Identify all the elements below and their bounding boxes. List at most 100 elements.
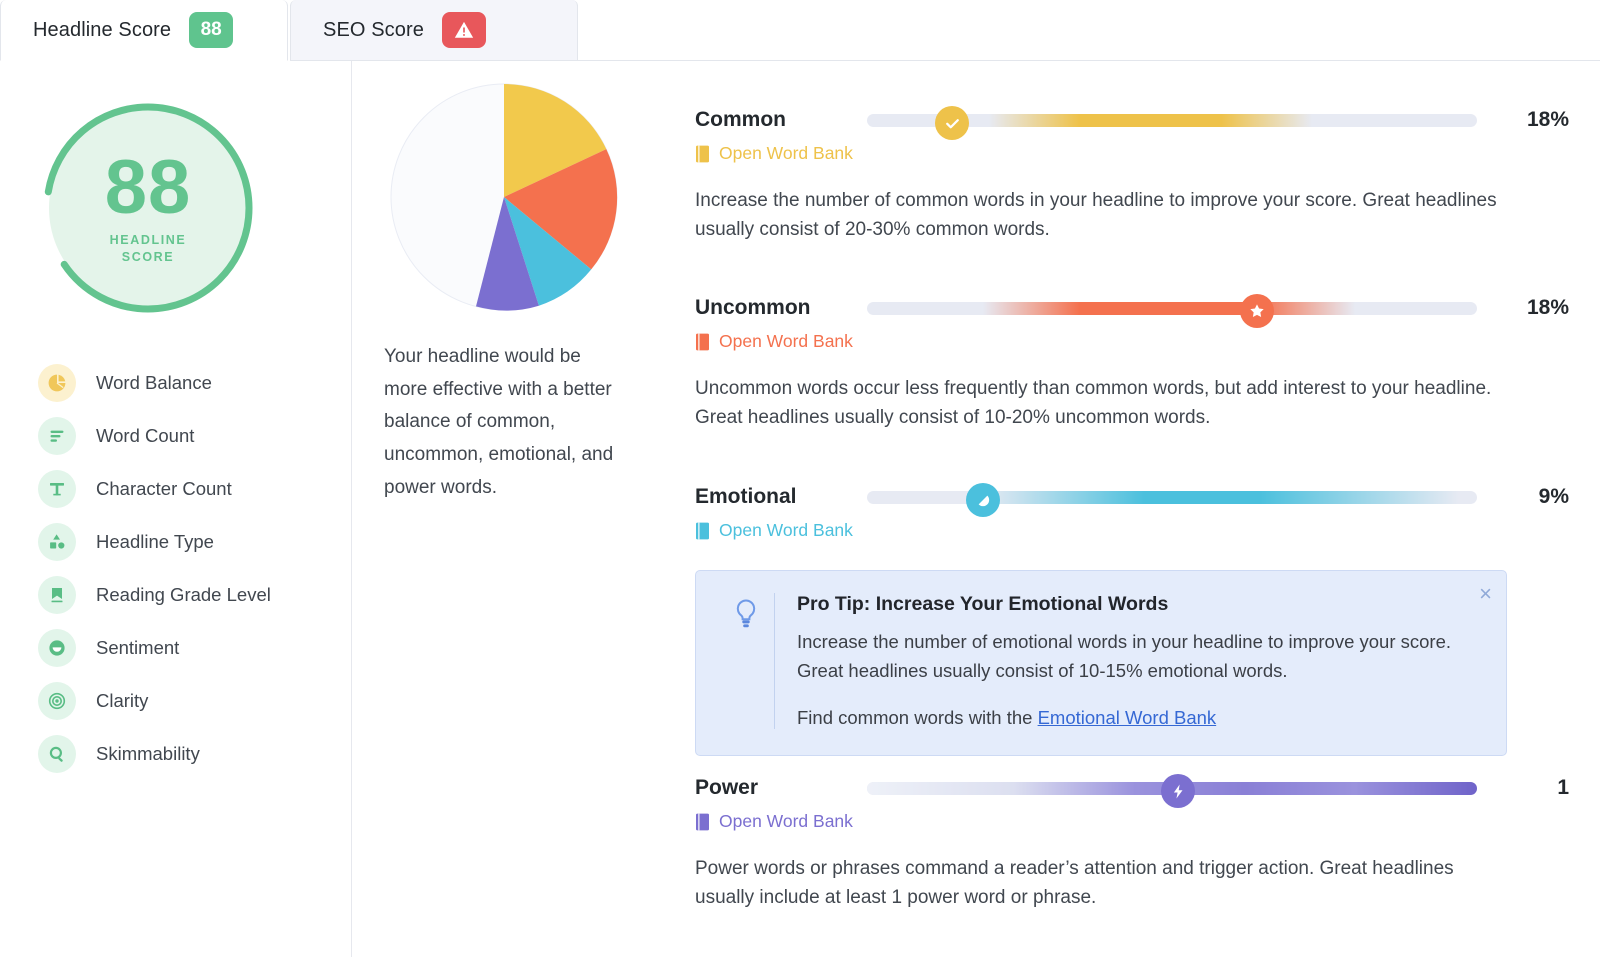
section-header: Power 1 [695, 774, 1569, 808]
score-caption-line1: HEADLINE [109, 233, 187, 248]
metric-item-reading-grade-level[interactable]: Reading Grade Level [38, 568, 338, 621]
section-uncommon: Uncommon 18% Open Word Bank Uncommon wor… [695, 294, 1569, 433]
word-bank-label: Open Word Bank [719, 143, 853, 163]
headline-score-value: 88 [104, 144, 192, 230]
seo-warning-badge [441, 12, 486, 48]
pie-chart-icon [38, 363, 76, 402]
metric-list: Word Balance Word Count Character Count … [38, 356, 338, 780]
power-slider[interactable] [867, 774, 1477, 808]
power-description: Power words or phrases command a reader’… [695, 858, 1454, 909]
target-icon [38, 681, 76, 720]
section-title: Emotional [695, 485, 797, 508]
check-icon [946, 118, 959, 128]
tab-headline-score[interactable]: Headline Score 88 [0, 0, 288, 61]
book-icon [696, 522, 709, 539]
metric-label: Reading Grade Level [96, 583, 271, 605]
power-slider-knob[interactable] [1161, 774, 1196, 808]
metric-item-character-count[interactable]: Character Count [38, 462, 338, 515]
metric-item-word-balance[interactable]: Word Balance [38, 356, 338, 409]
book-icon [696, 145, 709, 162]
headline-analyzer-panel: Headline Score 88 SEO Score 88 HEADLINE … [0, 0, 1600, 957]
book-icon [696, 813, 709, 830]
word-balance-column: Your headline would be more effective wi… [352, 61, 664, 957]
section-header: Common 18% [695, 106, 1569, 140]
metric-label: Word Balance [96, 371, 212, 393]
bookmark-icon [38, 575, 76, 614]
tab-seo-score-label: SEO Score [323, 18, 424, 41]
analysis-column: Common 18% Open Word Bank Increase the n… [664, 61, 1600, 957]
headline-score-caption: HEADLINE SCORE [110, 232, 187, 266]
warning-triangle-icon [454, 21, 474, 38]
pie-chart-svg [390, 83, 618, 311]
tab-headline-score-label: Headline Score [33, 18, 172, 41]
metric-label: Sentiment [96, 636, 180, 658]
pro-tip-text: Increase the number of emotional words i… [797, 631, 1452, 681]
power-value: 1 [1557, 776, 1569, 799]
tab-bar-filler [578, 0, 1600, 61]
word-bank-label: Open Word Bank [719, 331, 853, 351]
metric-label: Clarity [96, 689, 149, 711]
common-slider-knob[interactable] [935, 106, 970, 140]
slider-optimal-band [982, 491, 1459, 504]
emotional-value: 9% [1538, 485, 1569, 508]
pro-tip-box: Pro Tip: Increase Your Emotional Words I… [695, 570, 1507, 757]
uncommon-value: 18% [1526, 296, 1569, 319]
lines-icon [38, 416, 76, 455]
metric-item-headline-type[interactable]: Headline Type [38, 515, 338, 568]
pro-tip-find-line: Find common words with the Emotional Wor… [797, 707, 1462, 729]
uncommon-open-word-bank[interactable]: Open Word Bank [695, 331, 1569, 352]
left-sidebar: 88 HEADLINE SCORE Word Balance Word Coun… [0, 61, 352, 957]
uncommon-slider-knob[interactable] [1240, 294, 1275, 328]
metric-item-clarity[interactable]: Clarity [38, 674, 338, 727]
metric-item-sentiment[interactable]: Sentiment [38, 621, 338, 674]
word-balance-note: Your headline would be more effective wi… [384, 346, 614, 498]
common-open-word-bank[interactable]: Open Word Bank [695, 143, 1569, 164]
headline-score-badge: 88 [189, 12, 234, 48]
uncommon-description: Uncommon words occur less frequently tha… [695, 378, 1492, 429]
slider-optimal-band [982, 302, 1355, 315]
bolt-icon [1173, 784, 1183, 798]
tab-seo-score[interactable]: SEO Score [290, 0, 578, 61]
uncommon-slider[interactable] [867, 294, 1477, 328]
metric-item-word-count[interactable]: Word Count [38, 409, 338, 462]
common-value: 18% [1526, 108, 1569, 131]
smiley-icon [38, 628, 76, 667]
pro-tip-divider [774, 593, 775, 730]
section-header: Uncommon 18% [695, 294, 1569, 328]
section-title: Uncommon [695, 296, 811, 319]
section-title: Common [695, 108, 786, 131]
emotional-slider-knob[interactable] [965, 483, 1000, 517]
section-power: Power 1 Open Word Bank Power words or ph… [695, 774, 1569, 913]
metric-label: Character Count [96, 477, 232, 499]
word-balance-pie-chart [384, 81, 624, 313]
pro-tip-close-button[interactable]: × [1479, 583, 1492, 605]
emotional-slider[interactable] [867, 483, 1477, 517]
search-icon [38, 734, 76, 773]
book-icon [696, 333, 709, 350]
pro-tip-find-prefix: Find common words with the [797, 707, 1038, 729]
power-open-word-bank[interactable]: Open Word Bank [695, 811, 1569, 832]
emotional-word-bank-link[interactable]: Emotional Word Bank [1038, 707, 1217, 728]
droplet-icon [978, 495, 990, 507]
pro-tip-title: Pro Tip: Increase Your Emotional Words [797, 593, 1169, 615]
score-caption-line2: SCORE [121, 250, 175, 265]
word-bank-label: Open Word Bank [719, 520, 853, 540]
lightbulb-icon [718, 593, 774, 729]
pro-tip-body: Pro Tip: Increase Your Emotional Words I… [797, 593, 1488, 729]
metric-label: Headline Type [96, 530, 214, 552]
letter-t-icon [38, 469, 76, 508]
word-bank-label: Open Word Bank [719, 811, 853, 831]
tab-bar: Headline Score 88 SEO Score [0, 0, 1600, 61]
section-emotional: Emotional 9% Open Word Bank [695, 483, 1569, 541]
star-icon [1250, 304, 1265, 318]
common-slider[interactable] [867, 106, 1477, 140]
metric-label: Word Count [96, 424, 195, 446]
section-title: Power [695, 776, 759, 799]
metric-item-skimmability[interactable]: Skimmability [38, 727, 338, 780]
common-description: Increase the number of common words in y… [695, 190, 1497, 241]
section-header: Emotional 9% [695, 483, 1569, 517]
emotional-open-word-bank[interactable]: Open Word Bank [695, 520, 1569, 541]
section-common: Common 18% Open Word Bank Increase the n… [695, 106, 1569, 245]
metric-label: Skimmability [96, 742, 200, 764]
shapes-icon [38, 522, 76, 561]
